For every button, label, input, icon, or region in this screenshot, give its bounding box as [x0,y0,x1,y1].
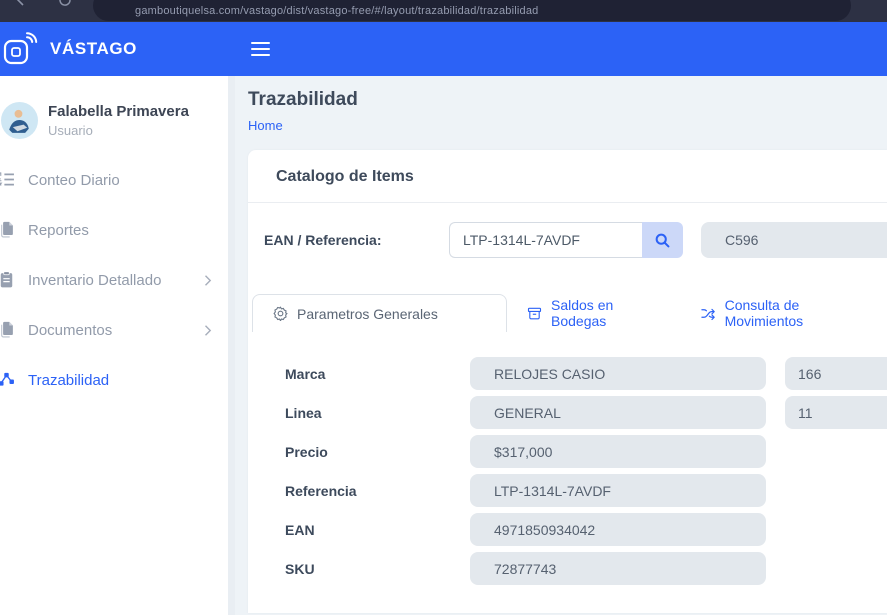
catalog-card: Catalogo de Items EAN / Referencia: [248,150,887,613]
page-title: Trazabilidad [248,89,887,111]
chevron-right-icon [204,324,212,337]
item-code-field: C596 [701,222,887,258]
tab-label: Saldos en Bodegas [551,297,661,329]
sidebar-item-label: Conteo Diario [28,172,120,189]
tab-saldos-en-bodegas[interactable]: Saldos en Bodegas [507,294,681,332]
gear-icon [273,306,288,321]
chevron-right-icon [204,274,212,287]
field-label: Referencia [285,483,470,499]
sidebar-item-label: Documentos [28,322,112,339]
field-row-ean: EAN4971850934042 [264,513,887,546]
app-header: VÁSTAGO [0,22,887,76]
field-label: Marca [285,366,470,382]
user-profile[interactable]: Falabella Primavera Usuario [0,76,228,155]
field-value: LTP-1314L-7AVDF [470,474,766,507]
field-row-marca: MarcaRELOJES CASIO 166 [264,357,887,390]
clipboard-icon [0,271,16,289]
sidebar-item-label: Reportes [28,222,89,239]
url-text: gamboutiquelsa.com/vastago/dist/vastago-… [93,5,538,21]
field-label: SKU [285,561,470,577]
brand-title: VÁSTAGO [50,39,137,59]
sidebar-item-label: Trazabilidad [28,372,109,389]
shuffle-icon [701,306,716,321]
field-value: 4971850934042 [470,513,766,546]
field-value: RELOJES CASIO [470,357,766,390]
main-content: Trazabilidad Home Catalogo de Items EAN … [235,76,887,615]
tab-label: Parametros Generales [297,306,438,322]
breadcrumb-home-link[interactable]: Home [248,118,283,133]
field-label: Linea [285,405,470,421]
field-row-referencia: ReferenciaLTP-1314L-7AVDF [264,474,887,507]
tabs: Parametros Generales Saldos en Bodegas Con… [252,294,887,332]
user-role: Usuario [48,123,189,138]
avatar [1,102,38,139]
sidebar-item-reportes[interactable]: Reportes [0,205,228,255]
sidebar-divider [228,76,235,615]
field-value: 72877743 [470,552,766,585]
tab-label: Consulta de Movimientos [725,297,867,329]
brand: VÁSTAGO [0,32,235,66]
item-fields-form: MarcaRELOJES CASIO 166 LineaGENERAL 11 Preci… [264,357,887,585]
field-label: Precio [285,444,470,460]
hamburger-menu-button[interactable] [247,34,274,64]
sidebar-item-trazabilidad[interactable]: Trazabilidad [0,355,228,405]
field-value: GENERAL [470,396,766,429]
diagram-icon [0,371,16,389]
rfid-logo-icon [3,32,39,66]
sidebar-nav: Conteo Diario Reportes Inventario Detallad… [0,155,228,405]
field-row-linea: LineaGENERAL 11 [264,396,887,429]
sidebar-item-documentos[interactable]: Documentos [0,305,228,355]
reload-icon[interactable] [58,0,72,7]
sidebar-item-conteo-diario[interactable]: Conteo Diario [0,155,228,205]
browser-bar: gamboutiquelsa.com/vastago/dist/vastago-… [0,0,887,22]
tab-parametros-generales[interactable]: Parametros Generales [252,294,507,332]
sidebar: Falabella Primavera Usuario Conteo Diari… [0,76,228,615]
ean-search-input[interactable] [449,222,642,258]
archive-icon [527,306,542,321]
list-ol-icon [0,171,16,189]
sidebar-item-label: Inventario Detallado [28,272,161,289]
field-row-precio: Precio$317,000 [264,435,887,468]
search-button[interactable] [642,222,683,258]
field-extra-value: 11 [785,396,887,429]
search-icon [654,232,671,249]
address-bar[interactable]: gamboutiquelsa.com/vastago/dist/vastago-… [93,0,851,21]
search-row: EAN / Referencia: C596 [264,222,887,258]
tab-consulta-de-movimientos[interactable]: Consulta de Movimientos [681,294,887,332]
breadcrumb: Home [248,118,887,133]
field-value: $317,000 [470,435,766,468]
ean-referencia-label: EAN / Referencia: [264,232,449,248]
field-label: EAN [285,522,470,538]
file-icon [0,321,16,339]
field-extra-value: 166 [785,357,887,390]
sidebar-item-inventario-detallado[interactable]: Inventario Detallado [0,255,228,305]
field-row-sku: SKU72877743 [264,552,887,585]
user-name: Falabella Primavera [48,103,189,122]
back-icon[interactable] [14,0,28,7]
card-title: Catalogo de Items [248,150,887,203]
copy-icon [0,221,16,239]
